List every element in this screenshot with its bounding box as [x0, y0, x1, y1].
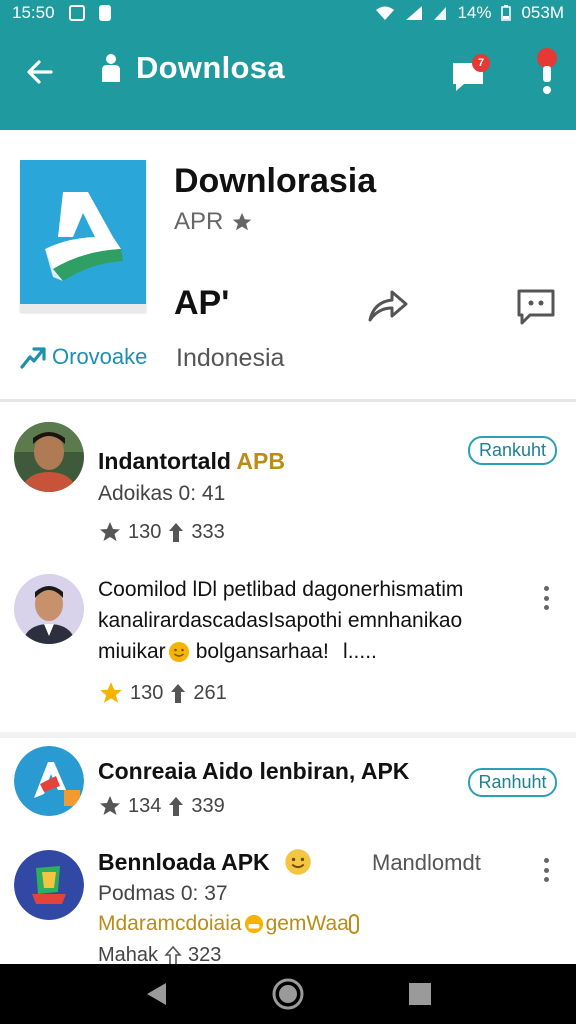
item-meta: Podmas 0: 37: [98, 882, 228, 905]
item-meta: Adoikas 0: 41: [98, 482, 226, 505]
star-icon: [233, 212, 252, 231]
stats-label: Mahak: [98, 944, 159, 964]
battery-icon: [501, 5, 512, 21]
promo-link[interactable]: Orovoake: [20, 344, 147, 370]
app-header-card: Downlorasia APR AP' Orovoake Indonesia: [0, 130, 576, 402]
list-item[interactable]: Coomilod lDl petlibad dagonerhismatim ka…: [0, 560, 576, 732]
list-item[interactable]: Conreaia Aido lenbiran, APK 134 339 Ranh…: [0, 738, 576, 838]
item-promo: Mdaramcdoiaia gemWaa: [98, 912, 359, 936]
star-count: 130: [128, 520, 162, 543]
person-icon: [102, 54, 120, 82]
app-logo[interactable]: [20, 160, 146, 312]
image-notification-icon: [68, 5, 85, 21]
arrow-left-icon: [27, 60, 53, 84]
item-title: Indantortald APB: [98, 448, 285, 475]
messages-button[interactable]: 7: [450, 54, 492, 94]
grin-icon: [244, 914, 263, 934]
wifi-icon: [376, 6, 395, 20]
nav-home-button[interactable]: [268, 974, 308, 1014]
triangle-back-icon: [147, 983, 166, 1005]
item-title: Bennloada APK: [98, 848, 312, 876]
trend-arrow-icon: [20, 347, 46, 369]
alerts-button[interactable]: [528, 48, 564, 96]
avatar: [14, 574, 84, 644]
square-recents-icon: [409, 983, 431, 1005]
list-item[interactable]: Bennloada APK Mandlomdt Podmas 0: 37 Mda…: [0, 838, 576, 964]
app-logo: [14, 850, 84, 920]
item-stats: 130 261: [98, 680, 227, 706]
upload-arrow-icon: [169, 797, 184, 816]
country-label: Indonesia: [176, 344, 285, 372]
circle-home-icon: [272, 978, 304, 1010]
app-subtitle-text: APR: [174, 208, 224, 235]
nav-recents-button[interactable]: [400, 974, 440, 1014]
promo-link-text: Orovoake: [52, 344, 148, 369]
app-subtitle: APR: [174, 208, 253, 236]
page-title: Downlosa: [136, 50, 285, 85]
share-arrow-icon: [368, 290, 408, 322]
app-bar: Downlosa 7: [0, 26, 576, 130]
item-body-line: kanalirardascadasIsapothi emnhanikao: [98, 609, 463, 632]
download-count: 323: [188, 944, 222, 964]
app-bar-title: Downlosa: [100, 50, 285, 86]
app-logo: [14, 746, 84, 816]
star-count: 130: [130, 681, 164, 704]
rank-button[interactable]: Rankuht: [468, 436, 557, 465]
app-size-label: AP': [174, 284, 230, 322]
share-button[interactable]: [366, 286, 410, 326]
star-icon: [100, 522, 120, 541]
signal-icon: [406, 6, 423, 20]
more-options-button[interactable]: [534, 856, 558, 884]
nav-back-button[interactable]: [136, 974, 176, 1014]
book-logo-icon: [45, 192, 123, 281]
upload-arrow-icon: [169, 523, 184, 542]
app-name: Downlorasia: [174, 162, 377, 200]
back-button[interactable]: [22, 54, 58, 90]
item-body-text: bolgansarhaa! l.....: [195, 640, 377, 663]
exclamation-icon: [543, 66, 551, 94]
star-count: 134: [128, 794, 162, 817]
star-icon: [100, 682, 122, 703]
download-count: 261: [193, 681, 227, 704]
item-promo-text: Mdaramcdoiaia: [98, 912, 242, 935]
item-body-text: miuikar: [98, 640, 166, 663]
more-options-button[interactable]: [534, 584, 558, 612]
signal-icon: [434, 7, 447, 20]
item-stats: 130 333: [98, 520, 225, 544]
item-body-line: miuikar bolgansarhaa! l.....: [98, 636, 518, 667]
system-nav-bar: [0, 964, 576, 1024]
item-promo-text: gemWaa: [265, 912, 349, 935]
smiley-icon: [284, 849, 311, 875]
battery-percent: 14%: [457, 3, 492, 22]
star-icon: [100, 796, 120, 815]
avatar: [14, 422, 84, 492]
messages-badge: 7: [472, 54, 490, 72]
item-stats: Mahak 323: [98, 944, 221, 964]
item-body: Coomilod lDl petlibad dagonerhismatim ka…: [98, 574, 518, 667]
rank-button[interactable]: Ranhuht: [468, 768, 557, 797]
badge-icon: [348, 914, 359, 934]
smiley-icon: [168, 641, 189, 662]
list-item[interactable]: Indantortald APB Adoikas 0: 41 130 333 R…: [0, 402, 576, 560]
feed-list: Indantortald APB Adoikas 0: 41 130 333 R…: [0, 402, 576, 964]
item-title: Conreaia Aido lenbiran, APK: [98, 758, 410, 784]
download-count: 333: [191, 520, 225, 543]
sd-card-icon: [98, 5, 111, 21]
item-body-line: Coomilod lDl petlibad dagonerhismatim: [98, 578, 464, 601]
item-tag: Mandlomdt: [372, 850, 481, 875]
comment-button[interactable]: [516, 288, 556, 326]
item-title-text: Bennloada APK: [98, 848, 270, 875]
status-time: 15:50: [12, 3, 55, 22]
item-title-accent: APB: [236, 448, 285, 474]
status-bar: 15:50 14% 053M: [0, 0, 576, 26]
upload-arrow-icon: [164, 945, 182, 964]
comment-icon: [517, 289, 555, 325]
status-clock-right: 053M: [521, 3, 564, 22]
item-title-text: Indantortald: [98, 448, 237, 474]
download-count: 339: [191, 794, 225, 817]
upload-arrow-icon: [171, 684, 186, 703]
item-stats: 134 339: [98, 794, 225, 818]
